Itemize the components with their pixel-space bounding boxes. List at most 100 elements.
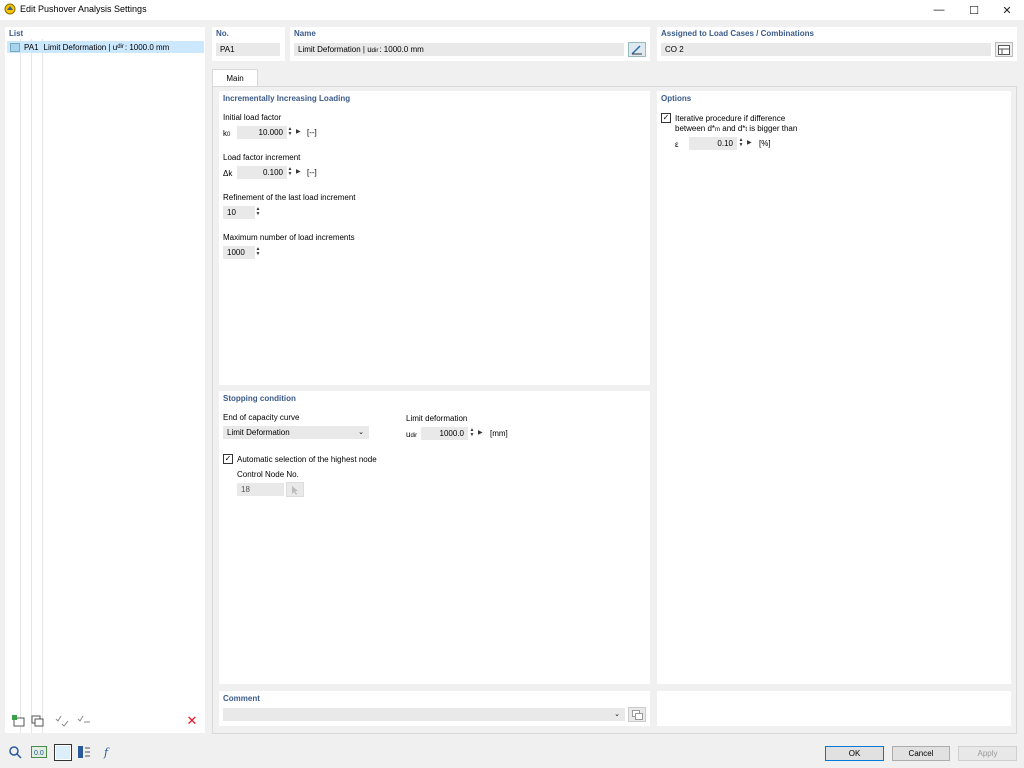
check-icon: ✓ [662,113,670,122]
ok-button[interactable]: OK [825,746,884,761]
no-field[interactable]: PA1 [216,43,280,56]
options-section: Options ✓ Iterative procedure if differe… [657,91,1011,684]
assigned-label: Assigned to Load Cases / Combinations [661,29,814,38]
close-button[interactable]: ✕ [990,0,1024,20]
initial-load-factor-label: Initial load factor [223,113,282,122]
dk-arrow-icon[interactable]: ▶ [296,168,301,175]
dk-spinner[interactable]: ▲ ▼ [287,167,293,177]
u-arrow-icon[interactable]: ▶ [478,429,483,436]
assigned-field[interactable]: CO 2 [661,43,991,56]
iterative-label-line1: Iterative procedure if difference [675,114,786,123]
uncheck-all-icon [77,715,90,723]
k0-input[interactable]: 10.000 [237,126,287,139]
refinement-label: Refinement of the last load increment [223,193,356,202]
refinement-spinner[interactable]: ▲ ▼ [255,207,261,217]
units-button[interactable]: 0.0 [30,744,48,760]
display-button[interactable] [75,744,93,760]
list-panel: List PA1 Limit Deformation | u dir: 1000.… [5,27,205,733]
comment-side-panel [657,691,1011,726]
u-input[interactable]: 1000.0 [421,427,468,440]
comment-section: Comment ⌄ [219,691,650,726]
svg-text:f: f [103,746,110,759]
iterative-label: Iterative procedure if difference betwee… [675,114,797,135]
edit-pencil-icon [631,44,642,55]
iterative-text-a: between d* [675,124,716,133]
name-text: Limit Deformation | u [298,45,372,54]
u-spinner[interactable]: ▲ ▼ [469,428,475,438]
name-tail: : 1000.0 mm [379,45,424,54]
copy-item-button[interactable] [29,713,47,729]
list-item[interactable]: PA1 Limit Deformation | u dir: 1000.0 mm [7,41,204,53]
end-curve-label: End of capacity curve [223,413,300,422]
epsilon-input[interactable]: 0.10 [689,137,737,150]
options-title: Options [661,94,692,103]
maximize-button[interactable]: ☐ [957,0,991,20]
minimize-icon: — [933,4,945,16]
iterative-checkbox[interactable]: ✓ [661,113,671,123]
refinement-input[interactable]: 10 [223,206,255,219]
loading-section: Incrementally Increasing Loading Initial… [219,91,650,385]
loading-title: Incrementally Increasing Loading [223,94,351,103]
new-item-button[interactable] [10,713,28,729]
select-load-cases-button[interactable] [995,42,1013,57]
color-swatch-icon [56,746,70,759]
max-increments-input[interactable]: 1000 [223,246,255,259]
display-icon [78,746,90,758]
control-node-input[interactable]: 18 [237,483,284,496]
end-curve-value: Limit Deformation [227,428,290,437]
dk-input[interactable]: 0.100 [237,166,287,179]
tab-main[interactable]: Main [212,69,258,87]
tree-guide-line [20,39,21,733]
apply-button[interactable]: Apply [958,746,1017,761]
delete-button[interactable]: ✕ [183,713,201,729]
cancel-button[interactable]: Cancel [892,746,950,761]
pick-node-button[interactable] [286,482,304,497]
check-all-button[interactable] [53,713,71,729]
epsilon-symbol: ε [675,140,679,149]
iterative-text-c: is bigger than [747,124,798,133]
comment-copy-button[interactable] [628,707,646,722]
svg-text:0.0: 0.0 [34,750,44,757]
edit-name-button[interactable] [628,42,646,57]
end-curve-select[interactable]: Limit Deformation ⌄ [223,426,369,439]
chevron-down-icon: ⌄ [358,429,364,436]
delete-icon: ✕ [186,713,198,728]
epsilon-arrow-icon[interactable]: ▶ [747,139,752,146]
comment-input[interactable]: ⌄ [223,708,625,721]
epsilon-spinner[interactable]: ▲ ▼ [738,138,744,148]
new-item-icon [12,715,25,727]
table-icon [998,44,1010,55]
limit-deformation-label: Limit deformation [406,414,468,423]
epsilon-unit: [%] [759,139,771,148]
max-increments-label: Maximum number of load increments [223,233,355,242]
cursor-pick-icon [292,485,298,495]
minimize-button[interactable]: — [922,0,956,20]
list-item-name: Limit Deformation | u [43,42,118,52]
max-increments-spinner[interactable]: ▲ ▼ [255,247,261,257]
assigned-section: Assigned to Load Cases / Combinations CO… [657,27,1017,61]
k0-arrow-icon[interactable]: ▶ [296,128,301,135]
auto-node-checkbox[interactable]: ✓ [223,454,233,464]
name-field[interactable]: Limit Deformation | udir: 1000.0 mm [294,43,624,56]
uncheck-all-button[interactable] [75,713,93,729]
load-factor-increment-label: Load factor increment [223,153,301,162]
close-icon: ✕ [1002,4,1012,17]
k0-unit: [--] [307,128,317,137]
iterative-label-line2: between d*m and d*t is bigger than [675,124,797,135]
name-sub: dir [371,48,379,54]
no-section: No. PA1 [212,27,285,61]
check-icon: ✓ [224,454,232,463]
title-bar: Edit Pushover Analysis Settings — ☐ ✕ [0,0,1024,20]
dk-unit: [--] [307,168,317,177]
list-item-no: PA1 [24,42,39,52]
formula-button[interactable]: f [100,744,118,760]
k0-symbol: k0 [223,129,230,138]
list-item-sub: dir [117,44,124,50]
color-toggle-button[interactable] [54,744,72,761]
tree-guide-line [42,39,43,733]
search-icon [9,746,22,759]
k0-spinner[interactable]: ▲ ▼ [287,127,293,137]
search-button[interactable] [6,744,24,760]
auto-node-label: Automatic selection of the highest node [237,455,377,464]
units-icon: 0.0 [31,746,47,758]
